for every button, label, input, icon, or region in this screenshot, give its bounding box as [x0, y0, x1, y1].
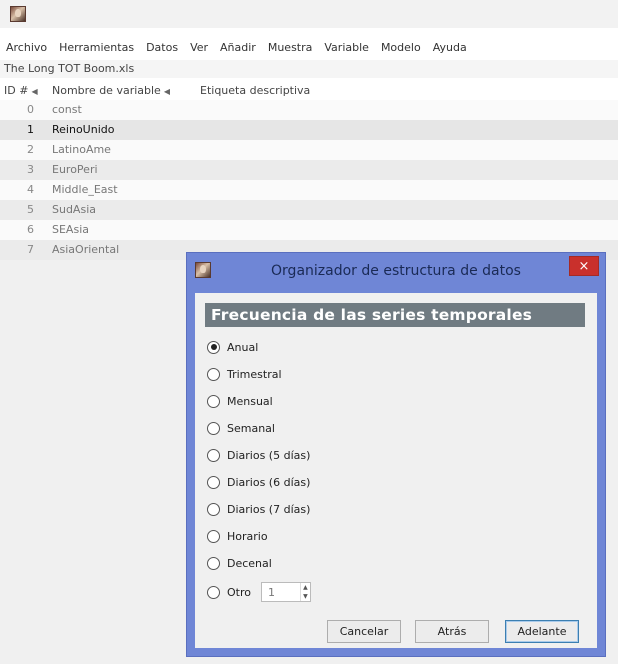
dataset-filename: The Long TOT Boom.xls	[0, 60, 618, 78]
menu-anadir[interactable]: Añadir	[220, 41, 256, 54]
menu-muestra[interactable]: Muestra	[268, 41, 313, 54]
variable-list-header: ID # ◀ Nombre de variable ◀ Etiqueta descr…	[0, 82, 618, 100]
option-label: Decenal	[227, 556, 272, 570]
radio-unchecked-icon[interactable]	[207, 475, 220, 489]
variable-name: LatinoAme	[52, 143, 111, 156]
radio-unchecked-icon[interactable]	[207, 394, 220, 408]
option-label: Trimestral	[227, 367, 282, 381]
option-otro[interactable]: Otro 1 ▲ ▼	[207, 581, 311, 603]
spin-up-icon[interactable]: ▲	[301, 583, 310, 592]
menu-ver[interactable]: Ver	[190, 41, 208, 54]
sort-arrow-icon: ◀	[163, 87, 170, 96]
variable-id: 7	[27, 243, 34, 256]
dialog-body: Frecuencia de las series temporales Anua…	[195, 293, 597, 648]
option-label: Otro	[227, 585, 251, 599]
column-header-id[interactable]: ID # ◀	[0, 82, 52, 100]
option-decenal[interactable]: Decenal	[207, 554, 272, 572]
option-diarios-7[interactable]: Diarios (7 días)	[207, 500, 310, 518]
variable-id: 2	[27, 143, 34, 156]
option-label: Mensual	[227, 394, 273, 408]
variable-row[interactable]: 5 SudAsia	[0, 200, 618, 220]
option-label: Diarios (6 días)	[227, 475, 311, 489]
variable-name: AsiaOriental	[52, 243, 120, 256]
menu-ayuda[interactable]: Ayuda	[433, 41, 467, 54]
variable-row[interactable]: 2 LatinoAme	[0, 140, 618, 160]
variable-name: Middle_East	[52, 183, 118, 196]
radio-unchecked-icon[interactable]	[207, 556, 220, 570]
app-icon	[10, 6, 26, 22]
option-horario[interactable]: Horario	[207, 527, 268, 545]
radio-unchecked-icon[interactable]	[207, 502, 220, 516]
data-structure-wizard-dialog: Organizador de estructura de datos × Fre…	[186, 252, 606, 657]
sort-arrow-icon: ◀	[31, 87, 38, 96]
column-header-label[interactable]: Etiqueta descriptiva	[200, 82, 618, 100]
variable-name: SEAsia	[52, 223, 89, 236]
column-header-name-label: Nombre de variable	[52, 84, 161, 97]
dialog-titlebar[interactable]: Organizador de estructura de datos ×	[187, 253, 605, 289]
spinner-arrows: ▲ ▼	[299, 583, 310, 601]
variable-id: 0	[27, 103, 34, 116]
variable-id: 4	[27, 183, 34, 196]
variable-row[interactable]: 0 const	[0, 100, 618, 120]
variable-id: 5	[27, 203, 34, 216]
back-button[interactable]: Atrás	[415, 620, 489, 643]
spin-down-icon[interactable]: ▼	[301, 592, 310, 601]
option-label: Semanal	[227, 421, 275, 435]
variable-name: SudAsia	[52, 203, 96, 216]
spinner-value[interactable]: 1	[262, 586, 300, 599]
option-label: Diarios (7 días)	[227, 502, 311, 516]
option-label: Horario	[227, 529, 268, 543]
radio-unchecked-icon[interactable]	[207, 529, 220, 543]
option-label: Diarios (5 días)	[227, 448, 311, 462]
radio-unchecked-icon[interactable]	[207, 448, 220, 462]
variable-row[interactable]: 4 Middle_East	[0, 180, 618, 200]
option-diarios-6[interactable]: Diarios (6 días)	[207, 473, 310, 491]
variable-id: 6	[27, 223, 34, 236]
menu-modelo[interactable]: Modelo	[381, 41, 421, 54]
variable-row-selected[interactable]: 1 ReinoUnido	[0, 120, 618, 140]
variable-row[interactable]: 6 SEAsia	[0, 220, 618, 240]
forward-button[interactable]: Adelante	[505, 620, 579, 643]
option-label: Anual	[227, 340, 259, 354]
option-semanal[interactable]: Semanal	[207, 419, 275, 437]
column-header-name[interactable]: Nombre de variable ◀	[52, 82, 200, 100]
variable-name: const	[52, 103, 82, 116]
other-frequency-spinner[interactable]: 1 ▲ ▼	[260, 582, 311, 602]
variable-name: EuroPeri	[52, 163, 98, 176]
variable-name: ReinoUnido	[52, 123, 115, 136]
section-heading: Frecuencia de las series temporales	[205, 303, 585, 327]
radio-unchecked-icon[interactable]	[207, 585, 220, 599]
dialog-title: Organizador de estructura de datos	[271, 263, 521, 279]
option-mensual[interactable]: Mensual	[207, 392, 273, 410]
radio-unchecked-icon[interactable]	[207, 367, 220, 381]
menu-herramientas[interactable]: Herramientas	[59, 41, 134, 54]
variable-row[interactable]: 3 EuroPeri	[0, 160, 618, 180]
option-diarios-5[interactable]: Diarios (5 días)	[207, 446, 310, 464]
radio-checked-icon[interactable]	[207, 340, 220, 354]
radio-unchecked-icon[interactable]	[207, 421, 220, 435]
column-header-id-label: ID #	[4, 84, 29, 97]
variable-id: 1	[27, 123, 34, 136]
cancel-button[interactable]: Cancelar	[327, 620, 401, 643]
variable-id: 3	[27, 163, 34, 176]
menu-archivo[interactable]: Archivo	[6, 41, 47, 54]
option-trimestral[interactable]: Trimestral	[207, 365, 282, 383]
menu-bar: Archivo Herramientas Datos Ver Añadir Mu…	[0, 36, 618, 58]
column-header-label-text: Etiqueta descriptiva	[200, 84, 311, 97]
menu-datos[interactable]: Datos	[146, 41, 178, 54]
menu-variable[interactable]: Variable	[324, 41, 369, 54]
close-button[interactable]: ×	[569, 256, 599, 276]
window-titlebar	[0, 0, 618, 28]
option-anual[interactable]: Anual	[207, 338, 258, 356]
